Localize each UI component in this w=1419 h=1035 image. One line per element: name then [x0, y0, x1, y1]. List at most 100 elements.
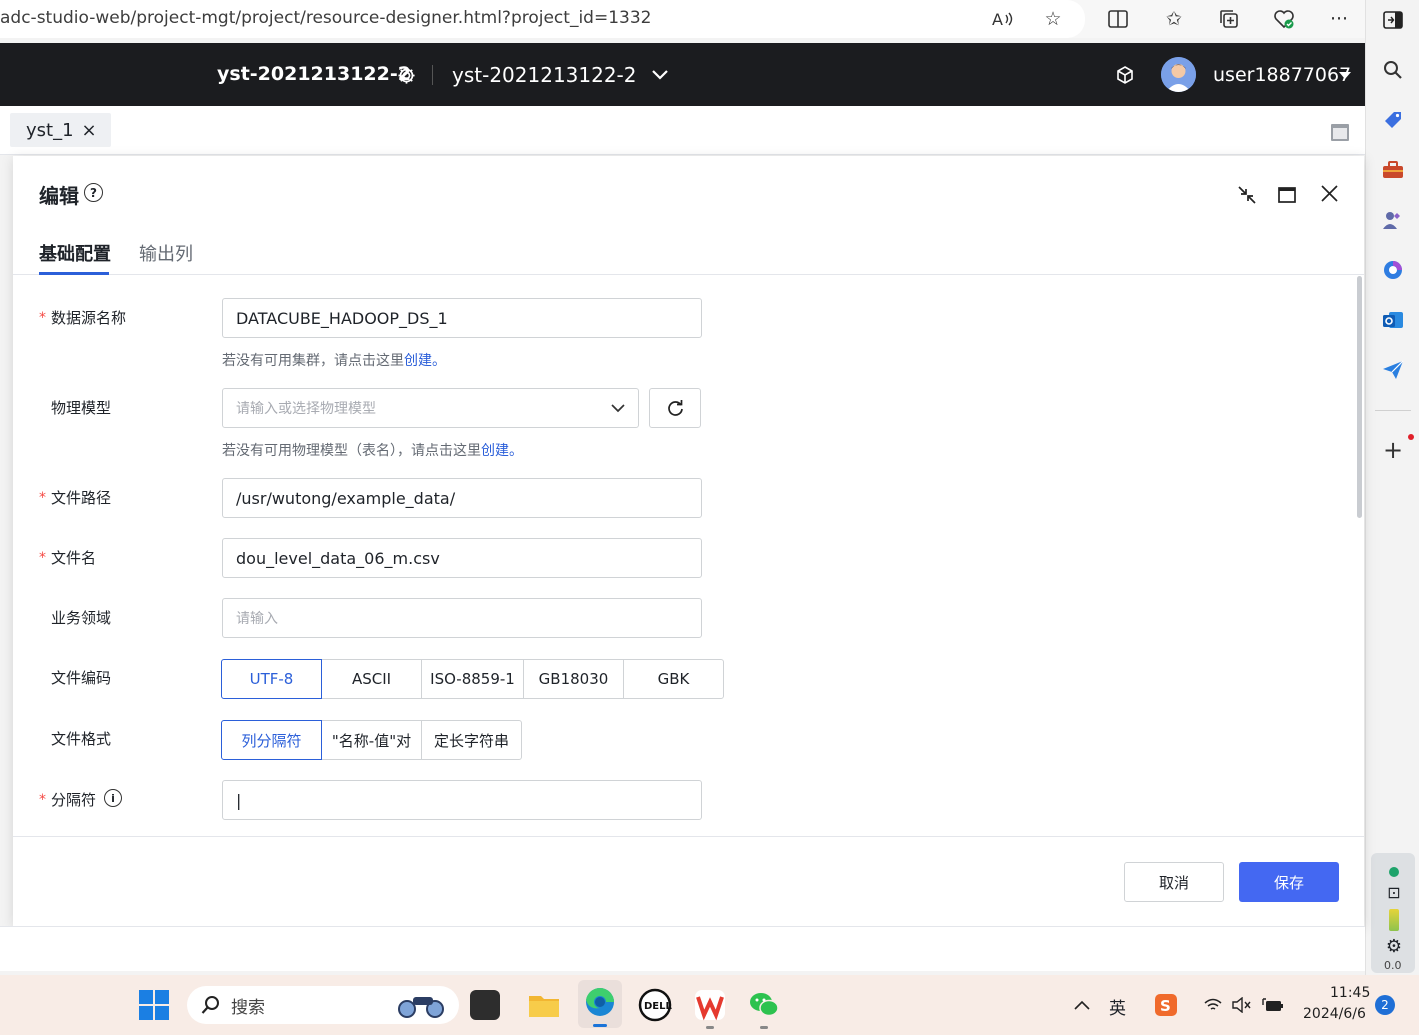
screenshot-icon[interactable]: ⊡ [1383, 881, 1405, 903]
close-icon[interactable]: × [82, 120, 97, 141]
delimiter-label: 分隔符 [51, 791, 97, 809]
encoding-label: 文件编码 [51, 669, 112, 687]
wps-icon[interactable] [693, 988, 727, 1029]
tab-output-columns[interactable]: 输出列 [139, 240, 193, 266]
model-label: 物理模型 [51, 399, 112, 417]
outlook-icon[interactable] [1379, 306, 1407, 334]
tab-yst-1[interactable]: yst_1 × [10, 113, 111, 147]
caret-down-icon[interactable] [1339, 72, 1351, 79]
avatar[interactable] [1161, 57, 1196, 92]
copilot-icon[interactable] [1379, 256, 1407, 284]
workspace-select-label: yst-2021213122-2 [452, 63, 637, 87]
workspace-select[interactable]: yst-2021213122-2 [452, 63, 669, 87]
cube-icon[interactable] [1113, 63, 1137, 87]
browser-health-icon[interactable] [1267, 2, 1301, 36]
save-button[interactable]: 保存 [1239, 862, 1339, 902]
perf-value: 0.0 [1384, 959, 1402, 972]
battery-icon[interactable] [1261, 993, 1285, 1017]
edge-browser-icon[interactable] [578, 980, 622, 1028]
layout-icon[interactable] [1329, 121, 1351, 143]
encoding-option-gb18030[interactable]: GB18030 [523, 659, 624, 699]
toolbox-icon[interactable] [1379, 156, 1407, 184]
search-highlight-icon [398, 997, 444, 1018]
add-icon[interactable]: + [1379, 436, 1407, 464]
split-screen-icon[interactable] [1101, 2, 1135, 36]
delimiter-input[interactable]: | [222, 780, 702, 820]
address-bar[interactable]: adc-studio-web/project-mgt/project/resou… [0, 0, 1085, 38]
ime-indicator[interactable]: 英 [1109, 994, 1126, 1019]
encoding-option-gbk[interactable]: GBK [623, 659, 724, 699]
dell-icon[interactable]: DELL [638, 988, 673, 1022]
encoding-option-ascii[interactable]: ASCII [321, 659, 422, 699]
performance-widget[interactable]: ⊡ ⚙ 0.0 [1371, 853, 1415, 973]
dialog-footer: 取消 保存 [13, 836, 1364, 926]
clock-time[interactable]: 11:45 [1330, 985, 1370, 1001]
collections-icon[interactable] [1212, 2, 1246, 36]
maximize-icon[interactable] [1272, 180, 1302, 210]
encoding-option-utf8[interactable]: UTF-8 [221, 659, 322, 699]
domain-placeholder: 请输入 [236, 611, 278, 627]
domain-label: 业务领域 [51, 609, 112, 627]
delimiter-value: | [236, 790, 242, 810]
running-app-indicator [760, 1026, 768, 1029]
format-option-fixed[interactable]: 定长字符串 [421, 720, 522, 760]
cancel-button[interactable]: 取消 [1124, 862, 1224, 902]
edit-dialog: 编辑 ? 基础配置 输出列 * 数据源名称 DATACUBE_HADOOP_DS… [13, 156, 1364, 926]
datasource-input[interactable]: DATACUBE_HADOOP_DS_1 [222, 298, 702, 338]
datasource-value: DATACUBE_HADOOP_DS_1 [236, 308, 448, 328]
dialog-title: 编辑 [39, 184, 79, 208]
svg-text:S: S [1160, 997, 1171, 1015]
read-aloud-icon[interactable]: A [986, 2, 1020, 36]
info-icon[interactable]: i [104, 789, 122, 807]
taskbar-search[interactable]: 搜索 [187, 986, 459, 1024]
encoding-option-iso[interactable]: ISO-8859-1 [421, 659, 524, 699]
chevron-down-icon [651, 70, 668, 80]
tab-basic-config[interactable]: 基础配置 [39, 240, 111, 266]
wechat-icon[interactable] [747, 988, 781, 1029]
collapse-icon[interactable] [1232, 180, 1262, 210]
format-option-keyvalue[interactable]: "名称-值"对 [321, 720, 422, 760]
settings-icon[interactable]: ⚙ [1383, 935, 1405, 957]
favorites-icon[interactable]: ✩ [1157, 2, 1191, 36]
favorite-star-icon[interactable]: ☆ [1036, 2, 1070, 36]
volume-muted-icon[interactable] [1230, 993, 1254, 1017]
help-icon[interactable]: ? [84, 183, 103, 202]
path-input[interactable]: /usr/wutong/example_data/ [222, 478, 702, 518]
create-cluster-link[interactable]: 创建。 [404, 353, 446, 369]
file-explorer-icon[interactable] [527, 988, 561, 1022]
chevron-up-icon[interactable] [1070, 993, 1094, 1017]
search-label: 搜索 [231, 997, 265, 1018]
chevron-down-icon [611, 403, 625, 412]
search-icon[interactable] [1379, 56, 1407, 84]
filename-input[interactable]: dou_level_data_06_m.csv [222, 538, 702, 578]
page-bottom-area [0, 926, 1365, 971]
create-model-link[interactable]: 创建。 [481, 443, 523, 459]
sogou-ime-icon[interactable]: S [1154, 993, 1178, 1017]
running-app-indicator [706, 1026, 714, 1029]
sidebar-toggle-icon[interactable] [1379, 6, 1407, 34]
username[interactable]: user18877067 [1213, 64, 1351, 86]
format-segmented: 列分隔符 "名称-值"对 定长字符串 [221, 720, 522, 760]
dialog-tabs: 基础配置 输出列 [13, 234, 1364, 275]
gear-icon[interactable] [394, 63, 418, 87]
task-view-icon[interactable] [470, 990, 500, 1020]
more-menu-icon[interactable]: ··· [1322, 2, 1356, 36]
send-icon[interactable] [1379, 356, 1407, 384]
notification-badge[interactable]: 2 [1375, 995, 1395, 1015]
close-dialog-icon[interactable] [1314, 178, 1344, 208]
datasource-label: 数据源名称 [51, 309, 127, 327]
domain-input[interactable]: 请输入 [222, 598, 702, 638]
required-mark: * [39, 792, 46, 808]
model-placeholder: 请输入或选择物理模型 [236, 401, 376, 417]
search-icon [201, 996, 219, 1014]
form-scrollbar[interactable] [1357, 276, 1362, 518]
shopping-tag-icon[interactable] [1379, 106, 1407, 134]
windows-start-icon[interactable] [139, 990, 169, 1020]
config-form: * 数据源名称 DATACUBE_HADOOP_DS_1 若没有可用集群，请点击… [13, 276, 1364, 836]
clock-date[interactable]: 2024/6/6 [1303, 1006, 1366, 1022]
model-select[interactable]: 请输入或选择物理模型 [222, 388, 639, 428]
games-icon[interactable] [1379, 206, 1407, 234]
wifi-icon[interactable] [1201, 993, 1225, 1017]
format-option-delimiter[interactable]: 列分隔符 [221, 720, 322, 760]
refresh-button[interactable] [649, 388, 701, 428]
